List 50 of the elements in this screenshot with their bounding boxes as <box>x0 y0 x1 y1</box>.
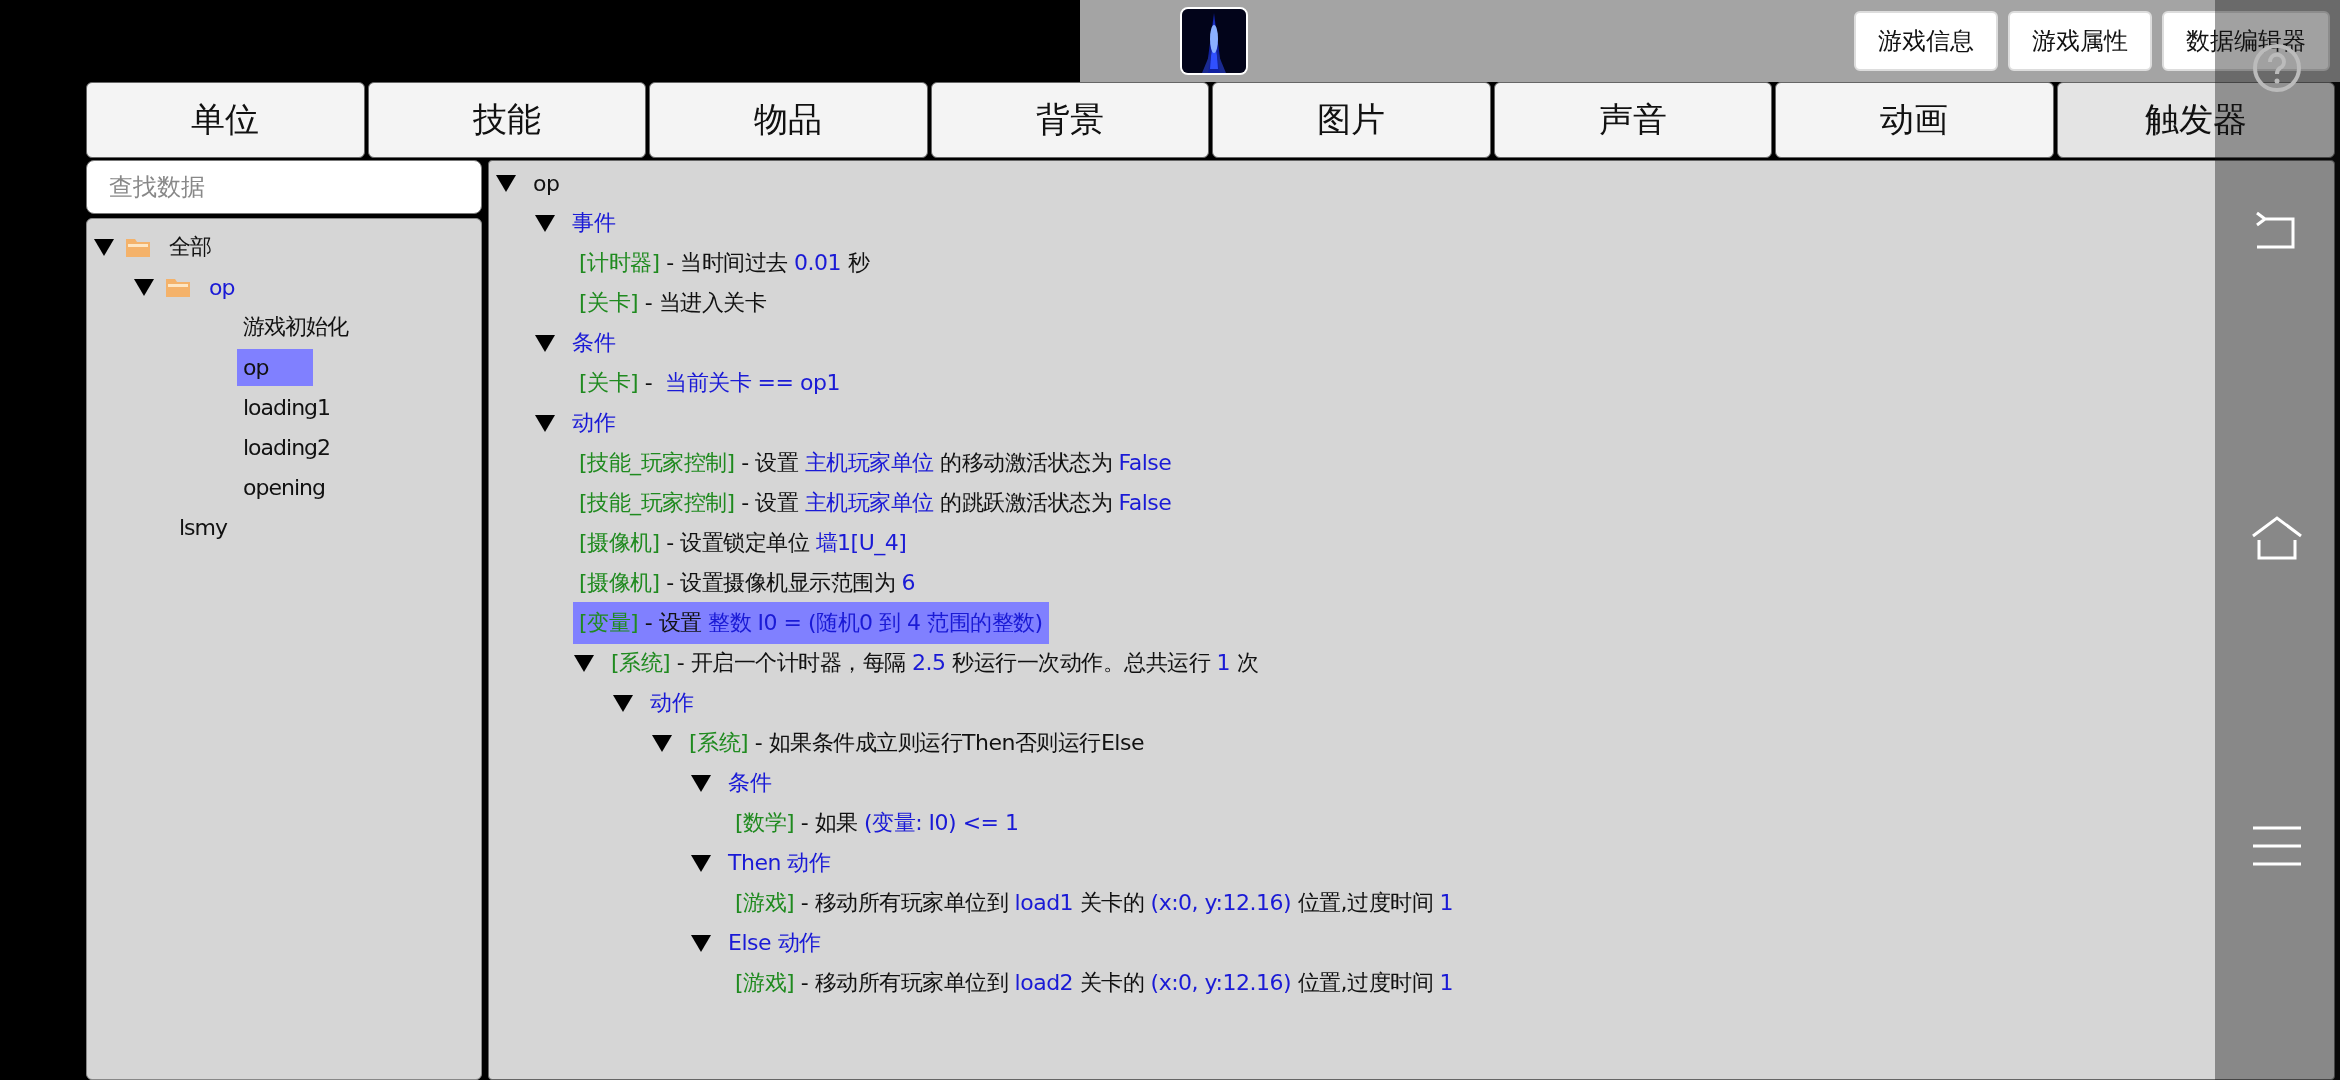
trigger-line[interactable]: [关卡] - 当进入关卡 <box>573 282 773 324</box>
trigger-line[interactable]: [计时器] - 当时间过去 0.01 秒 <box>573 242 876 284</box>
trigger-line[interactable]: [关卡] - 当前关卡 == op1 <box>573 362 846 404</box>
tab[interactable]: 技能 <box>367 82 646 158</box>
expand-triangle-icon[interactable] <box>534 213 556 233</box>
tab[interactable]: 单位 <box>86 82 365 158</box>
menu-button[interactable]: 游戏信息 <box>1854 11 1998 71</box>
trigger-line[interactable]: [系统] - 如果条件成立则运行Then否则运行Else <box>683 722 1150 764</box>
tree-item[interactable]: op <box>203 268 241 306</box>
expand-triangle-icon[interactable] <box>133 277 155 297</box>
expand-triangle-icon[interactable] <box>690 853 712 873</box>
trigger-line[interactable]: [系统] - 开启一个计时器，每隔 2.5 秒运行一次动作。总共运行 1 次 <box>605 642 1265 684</box>
search-field[interactable]: 查找数据 <box>86 160 482 214</box>
tab[interactable]: 物品 <box>649 82 928 158</box>
trigger-line[interactable]: op <box>527 164 566 202</box>
expand-triangle-icon[interactable] <box>534 333 556 353</box>
trigger-line[interactable]: [技能_玩家控制] - 设置 主机玩家单位 的跳跃激活状态为 False <box>573 482 1178 524</box>
expand-triangle-icon[interactable] <box>534 413 556 433</box>
trigger-line[interactable]: [技能_玩家控制] - 设置 主机玩家单位 的移动激活状态为 False <box>573 442 1178 484</box>
expand-triangle-icon[interactable] <box>495 173 517 193</box>
tree-item[interactable]: op <box>237 348 313 386</box>
trigger-line[interactable]: 事件 <box>566 202 621 244</box>
expand-triangle-icon[interactable] <box>690 933 712 953</box>
expand-triangle-icon[interactable] <box>651 733 673 753</box>
trigger-line[interactable]: [摄像机] - 设置摄像机显示范围为 6 <box>573 562 922 604</box>
tree-item[interactable]: 全部 <box>163 226 217 268</box>
tree-item[interactable]: loading1 <box>237 388 337 426</box>
trigger-line[interactable]: [数学] - 如果 (变量: I0) <= 1 <box>729 802 1025 844</box>
tab[interactable]: 图片 <box>1212 82 1491 158</box>
expand-triangle-icon[interactable] <box>573 653 595 673</box>
expand-triangle-icon[interactable] <box>690 773 712 793</box>
menu-button[interactable]: 游戏属性 <box>2008 11 2152 71</box>
expand-triangle-icon[interactable] <box>612 693 634 713</box>
trigger-line[interactable]: [游戏] - 移动所有玩家单位到 load2 关卡的 (x:0, y:12.16) 位置,过度时间 1 <box>729 962 1459 1004</box>
tree-item[interactable]: lsmy <box>173 508 234 546</box>
trigger-line[interactable]: 动作 <box>644 682 699 724</box>
trigger-line[interactable]: [游戏] - 移动所有玩家单位到 load1 关卡的 (x:0, y:12.16) 位置,过度时间 1 <box>729 882 1459 924</box>
expand-triangle-icon[interactable] <box>93 237 115 257</box>
trigger-line[interactable]: 条件 <box>722 762 777 804</box>
tree-item[interactable]: 游戏初始化 <box>237 306 354 348</box>
tab[interactable]: 动画 <box>1775 82 2054 158</box>
tree-item[interactable]: loading2 <box>237 428 337 466</box>
trigger-line[interactable]: Else 动作 <box>722 922 827 964</box>
tab[interactable]: 声音 <box>1493 82 1772 158</box>
tree-item[interactable]: opening <box>237 468 331 506</box>
trigger-line[interactable]: [摄像机] - 设置锁定单位 墙1[U_4] <box>573 522 913 564</box>
tab[interactable]: 背景 <box>930 82 1209 158</box>
trigger-line[interactable]: 动作 <box>566 402 621 444</box>
trigger-line[interactable]: Then 动作 <box>722 842 837 884</box>
trigger-line[interactable]: 条件 <box>566 322 621 364</box>
